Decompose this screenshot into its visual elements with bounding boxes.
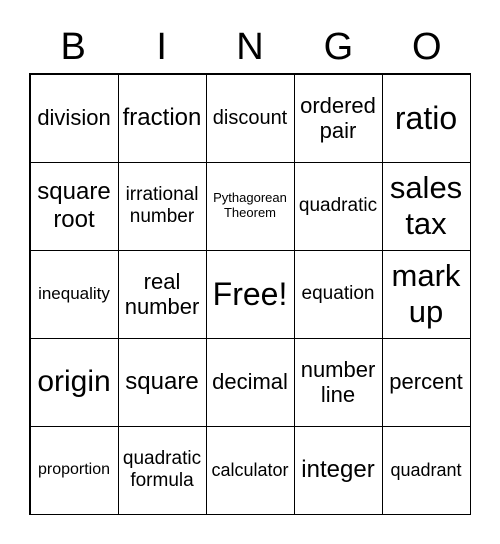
bingo-cell[interactable]: square root: [29, 161, 119, 251]
bingo-cell[interactable]: quadratic formula: [117, 425, 207, 515]
bingo-cell[interactable]: real number: [117, 249, 207, 339]
bingo-cell[interactable]: origin: [29, 337, 119, 427]
bingo-cell[interactable]: Pythagorean Theorem: [205, 161, 295, 251]
bingo-cell[interactable]: equation: [293, 249, 383, 339]
bingo-cell[interactable]: percent: [381, 337, 471, 427]
bingo-cell[interactable]: division: [29, 73, 119, 163]
bingo-cell[interactable]: number line: [293, 337, 383, 427]
bingo-cell[interactable]: calculator: [205, 425, 295, 515]
bingo-cell[interactable]: inequality: [29, 249, 119, 339]
bingo-cell[interactable]: ordered pair: [293, 73, 383, 163]
bingo-cell[interactable]: square: [117, 337, 207, 427]
header-letter-n: N: [236, 26, 264, 68]
bingo-cell[interactable]: decimal: [205, 337, 295, 427]
bingo-cell[interactable]: quadrant: [381, 425, 471, 515]
bingo-cell[interactable]: Free!: [205, 249, 295, 339]
bingo-cell[interactable]: irrational number: [117, 161, 207, 251]
bingo-cell[interactable]: ratio: [381, 73, 471, 163]
bingo-grid: division fraction discount ordered pair rati…: [29, 73, 471, 515]
header-letter-g: G: [323, 26, 354, 68]
bingo-cell[interactable]: sales tax: [381, 161, 471, 251]
bingo-cell[interactable]: integer: [293, 425, 383, 515]
bingo-cell[interactable]: proportion: [29, 425, 119, 515]
bingo-cell[interactable]: fraction: [117, 73, 207, 163]
header-letter-i: I: [156, 26, 167, 68]
bingo-cell[interactable]: quadratic: [293, 161, 383, 251]
bingo-header: B I N G O: [29, 22, 471, 72]
header-letter-o: O: [412, 26, 442, 68]
bingo-cell[interactable]: discount: [205, 73, 295, 163]
header-letter-b: B: [60, 26, 86, 68]
bingo-cell[interactable]: mark up: [381, 249, 471, 339]
